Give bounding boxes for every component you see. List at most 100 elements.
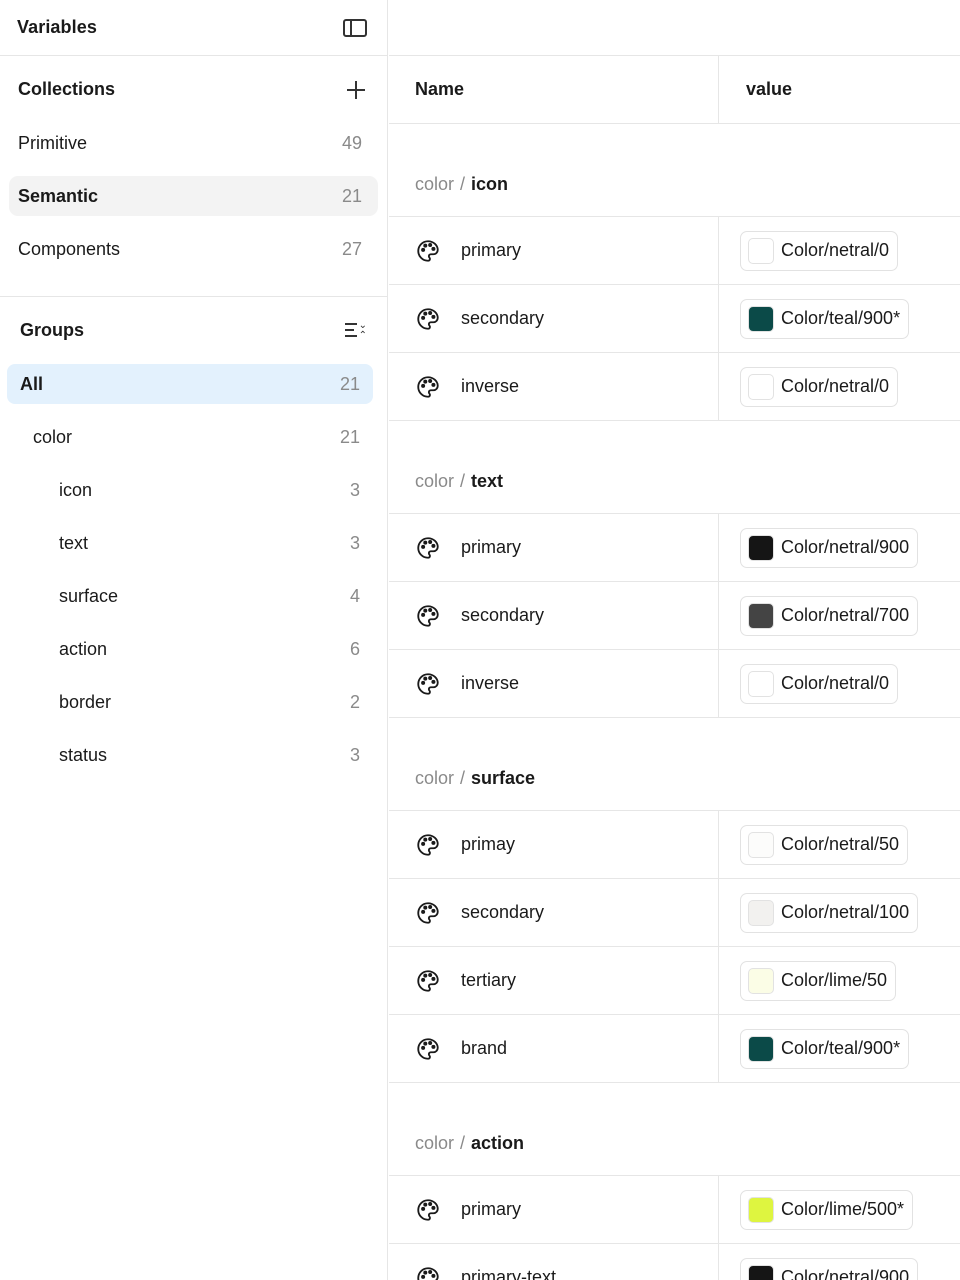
add-collection-icon[interactable] <box>347 80 365 99</box>
palette-icon <box>415 374 441 400</box>
table-row: secondary Color/netral/100 <box>389 879 960 947</box>
variable-name: primary <box>461 240 522 260</box>
variable-name-cell[interactable]: primay <box>389 811 719 878</box>
color-value-chip[interactable]: Color/netral/0 <box>740 663 899 704</box>
group-label: status <box>59 744 108 765</box>
palette-icon <box>415 306 441 332</box>
table-row: inverse Color/netral/0 <box>389 353 960 421</box>
color-value-chip[interactable]: Color/netral/100 <box>740 892 919 933</box>
palette-icon <box>415 968 441 994</box>
variable-name-cell[interactable]: primary <box>389 217 719 284</box>
palette-icon <box>415 238 441 264</box>
group-item[interactable]: surface 4 <box>7 576 373 616</box>
color-swatch <box>748 831 774 858</box>
variable-name-cell[interactable]: secondary <box>389 582 719 649</box>
group-count: 21 <box>339 426 360 447</box>
collapse-groups-icon[interactable]: ⌄ ⌃ <box>345 320 367 341</box>
group-item[interactable]: border 2 <box>7 682 373 722</box>
variable-name: inverse <box>461 376 520 396</box>
color-value-chip[interactable]: Color/netral/900 <box>740 1257 919 1280</box>
group-label: color <box>33 426 73 447</box>
group-label: icon <box>59 479 93 500</box>
color-value-chip[interactable]: Color/lime/500* <box>740 1189 914 1230</box>
table-row: primary Color/netral/900 <box>389 514 960 582</box>
group-count: 4 <box>349 585 360 606</box>
variable-name-cell[interactable]: tertiary <box>389 947 719 1014</box>
variable-name: secondary <box>461 605 545 625</box>
variable-value-cell: Color/netral/900 <box>719 514 919 581</box>
variable-name-cell[interactable]: primary-text <box>389 1244 719 1280</box>
variable-value-cell: Color/teal/900* <box>719 285 910 352</box>
color-value-label: Color/netral/0 <box>781 240 890 260</box>
collections-label: Collections <box>18 79 116 99</box>
variable-name: secondary <box>461 308 545 328</box>
collection-item[interactable]: Components 27 <box>9 229 378 269</box>
variable-name-cell[interactable]: secondary <box>389 285 719 352</box>
collections-header: Collections <box>0 56 387 123</box>
group-count: 3 <box>349 479 360 500</box>
color-value-chip[interactable]: Color/netral/0 <box>740 366 899 407</box>
collection-label: Components <box>18 238 121 259</box>
variable-name-cell[interactable]: secondary <box>389 879 719 946</box>
color-value-chip[interactable]: Color/netral/700 <box>740 595 919 636</box>
group-prefix: color <box>415 1133 455 1153</box>
group-item[interactable]: All 21 <box>7 364 373 404</box>
variable-value-cell: Color/netral/700 <box>719 582 919 649</box>
group-separator: / <box>460 471 466 491</box>
variable-name-cell[interactable]: primary <box>389 1176 719 1243</box>
variable-name-cell[interactable]: inverse <box>389 650 719 717</box>
collection-item[interactable]: Semantic 21 <box>9 176 378 216</box>
color-swatch <box>748 1196 774 1223</box>
palette-icon <box>415 1265 441 1280</box>
group-item[interactable]: color 21 <box>7 417 373 457</box>
color-value-chip[interactable]: Color/teal/900* <box>740 1028 910 1069</box>
collection-item[interactable]: Primitive 49 <box>9 123 378 163</box>
variables-sidebar: Variables Collections Primitive 49 Semanti… <box>0 0 388 1280</box>
column-header-name[interactable]: Name <box>389 56 719 123</box>
variable-value-cell: Color/lime/50 <box>719 947 897 1014</box>
table-row: tertiary Color/lime/50 <box>389 947 960 1015</box>
variable-value-cell: Color/teal/900* <box>719 1015 910 1082</box>
variable-name-cell[interactable]: brand <box>389 1015 719 1082</box>
color-swatch <box>748 534 774 561</box>
color-swatch <box>748 305 774 332</box>
variable-name: primay <box>461 834 516 854</box>
color-value-chip[interactable]: Color/netral/900 <box>740 527 919 568</box>
color-value-label: Color/netral/900 <box>781 537 910 557</box>
color-value-chip[interactable]: Color/netral/0 <box>740 230 899 271</box>
toggle-sidebar-icon[interactable] <box>343 18 367 37</box>
group-item[interactable]: icon 3 <box>7 470 373 510</box>
variable-name-cell[interactable]: primary <box>389 514 719 581</box>
variable-value-cell: Color/netral/900 <box>719 1244 919 1280</box>
color-value-label: Color/netral/0 <box>781 673 890 693</box>
variable-value-cell: Color/netral/0 <box>719 650 899 717</box>
column-header-value[interactable]: value <box>719 56 792 123</box>
group-count: 2 <box>349 691 360 712</box>
color-value-label: Color/netral/0 <box>781 376 890 396</box>
groups-header: Groups ⌄ ⌃ <box>0 297 387 364</box>
color-swatch <box>748 899 774 926</box>
group-section-title: color / text <box>389 421 960 514</box>
group-prefix: color <box>415 174 455 194</box>
table-row: secondary Color/netral/700 <box>389 582 960 650</box>
color-value-chip[interactable]: Color/teal/900* <box>740 298 910 339</box>
table-row: primay Color/netral/50 <box>389 811 960 879</box>
group-item[interactable]: text 3 <box>7 523 373 563</box>
table-row: primary Color/netral/0 <box>389 217 960 285</box>
table-row: brand Color/teal/900* <box>389 1015 960 1083</box>
variable-value-cell: Color/lime/500* <box>719 1176 914 1243</box>
group-item[interactable]: status 3 <box>7 735 373 775</box>
palette-icon <box>415 1197 441 1223</box>
variable-name-cell[interactable]: inverse <box>389 353 719 420</box>
color-value-chip[interactable]: Color/netral/50 <box>740 824 909 865</box>
variable-name: inverse <box>461 673 520 693</box>
color-swatch <box>748 1264 774 1280</box>
group-item[interactable]: action 6 <box>7 629 373 669</box>
color-value-chip[interactable]: Color/lime/50 <box>740 960 897 1001</box>
variable-name: primary-text <box>461 1267 557 1280</box>
group-label: All <box>20 373 44 394</box>
group-label: surface <box>59 585 119 606</box>
group-prefix: color <box>415 471 455 491</box>
variable-name: secondary <box>461 902 545 922</box>
group-name: icon <box>471 174 509 194</box>
